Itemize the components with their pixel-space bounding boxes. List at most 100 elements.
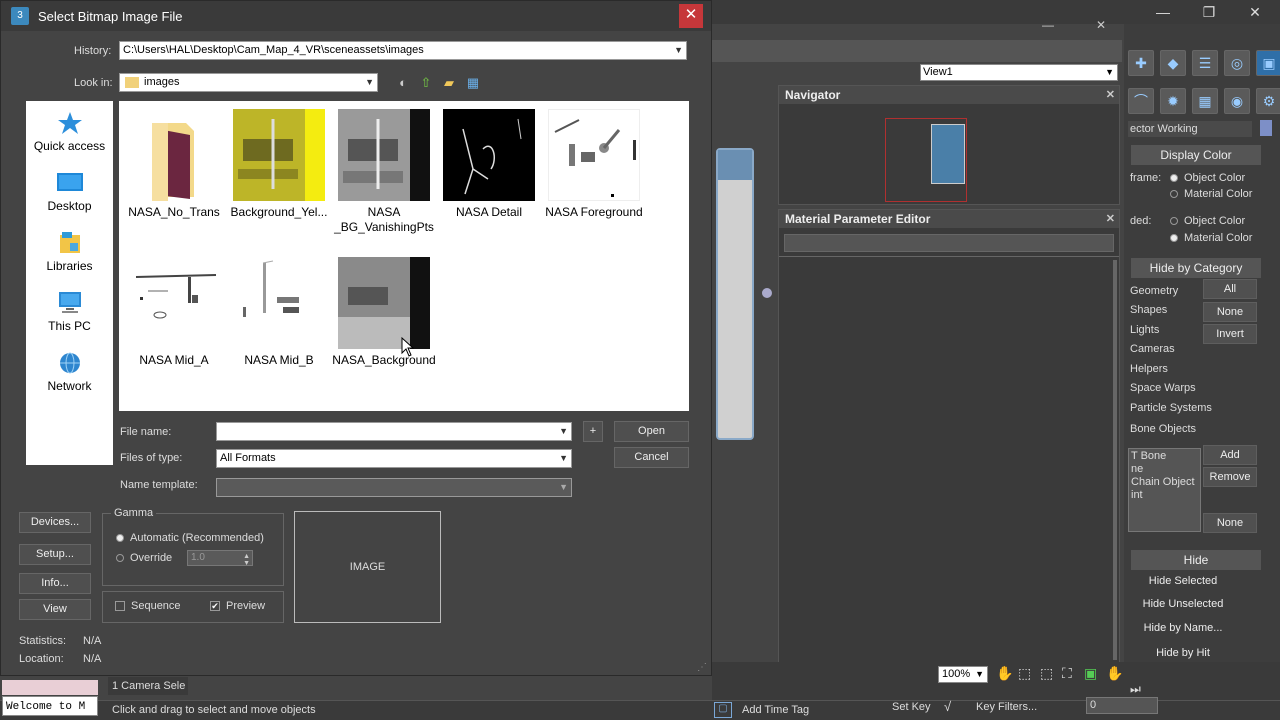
camera-icon[interactable]: ▦ — [1192, 88, 1218, 114]
category-bone-objects[interactable]: Bone Objects — [1130, 423, 1196, 435]
display-icon[interactable]: ▣ — [1256, 50, 1280, 76]
selector-swatch[interactable] — [1260, 120, 1272, 136]
shaded-material-color[interactable]: Material Color — [1170, 232, 1252, 244]
place-network[interactable]: Network — [26, 351, 113, 393]
category-space-warps[interactable]: Space Warps — [1130, 382, 1196, 394]
hierarchy-icon[interactable]: ☰ — [1192, 50, 1218, 76]
add-button[interactable]: Add — [1203, 445, 1257, 465]
shaded-object-color[interactable]: Object Color — [1170, 215, 1245, 227]
time-tag-icon[interactable]: ▢ — [714, 702, 732, 718]
invert-button[interactable]: Invert — [1203, 324, 1257, 344]
list-item[interactable]: Chain Object — [1131, 476, 1195, 488]
view-select[interactable]: View1 ▼ — [920, 64, 1118, 81]
place-desktop[interactable]: Desktop — [26, 171, 113, 213]
filename-input[interactable]: ▼ — [216, 422, 572, 441]
minimize-icon[interactable]: — — [1146, 0, 1180, 24]
category-geometry[interactable]: Geometry — [1130, 285, 1178, 297]
dialog-close-button[interactable]: ✕ — [679, 4, 703, 28]
fit-icon[interactable]: ⛶ — [1062, 665, 1072, 682]
playback-icon[interactable]: ⏭ — [1130, 682, 1141, 697]
category-shapes[interactable]: Shapes — [1130, 304, 1167, 316]
none-button[interactable]: None — [1203, 302, 1257, 322]
up-folder-icon[interactable]: ⇧ — [417, 75, 435, 91]
key-mode-icon[interactable]: √ — [944, 699, 951, 714]
setup-button[interactable]: Setup... — [19, 544, 91, 565]
mpe-scrollbar[interactable] — [1113, 260, 1117, 660]
add-time-tag[interactable]: Add Time Tag — [742, 704, 809, 716]
gamma-auto-radio[interactable]: Automatic (Recommended) — [116, 532, 264, 544]
file-tile[interactable]: NASA _BG_VanishingPts — [332, 109, 436, 235]
display-color-title[interactable]: Display Color — [1131, 145, 1261, 165]
list-item[interactable]: int — [1131, 489, 1143, 501]
sequence-checkbox[interactable]: Sequence — [115, 600, 181, 612]
selector-dropdown[interactable]: ector Working — [1128, 121, 1252, 137]
modify-icon[interactable]: ◆ — [1160, 50, 1186, 76]
file-tile[interactable]: Background_Yel... — [227, 109, 331, 220]
category-lights[interactable]: Lights — [1130, 324, 1159, 336]
set-key-button[interactable]: Set Key — [892, 701, 931, 713]
shape-icon[interactable]: ⌒ — [1128, 88, 1154, 114]
node-socket[interactable] — [762, 288, 772, 298]
preview-checkbox[interactable]: ✔ Preview — [210, 600, 265, 612]
wire-object-color[interactable]: Object Color — [1170, 172, 1245, 184]
resize-grip-icon[interactable]: ⋰ — [697, 662, 707, 673]
all-button[interactable]: All — [1203, 279, 1257, 299]
zoom-dropdown[interactable]: 100% ▼ — [938, 666, 988, 683]
material-node[interactable] — [716, 148, 772, 440]
place-libraries[interactable]: Libraries — [26, 231, 113, 273]
wire-material-color[interactable]: Material Color — [1170, 188, 1252, 200]
filetype-select[interactable]: All Formats ▼ — [216, 449, 572, 468]
open-button[interactable]: Open — [614, 421, 689, 442]
devices-button[interactable]: Devices... — [19, 512, 91, 533]
hide-title[interactable]: Hide — [1131, 550, 1261, 570]
file-tile[interactable]: NASA Detail — [437, 109, 541, 220]
helper-icon[interactable]: ◉ — [1224, 88, 1250, 114]
file-tile[interactable]: NASA Mid_A — [122, 257, 226, 368]
system-icon[interactable]: ⚙ — [1256, 88, 1280, 114]
hide-selected-button[interactable]: Hide Selected — [1131, 572, 1235, 592]
none2-button[interactable]: None — [1203, 513, 1257, 533]
restore-icon[interactable]: ❐ — [1192, 0, 1226, 24]
remove-button[interactable]: Remove — [1203, 467, 1257, 487]
history-combo[interactable]: C:\Users\HAL\Desktop\Cam_Map_4_VR\scenea… — [119, 41, 687, 60]
file-tile[interactable]: NASA Mid_B — [227, 257, 331, 368]
maxscript-welcome[interactable]: Welcome to M — [2, 696, 98, 716]
mpe-name-field[interactable] — [784, 234, 1114, 252]
info-button[interactable]: Info... — [19, 573, 91, 594]
frame-field[interactable]: 0 — [1086, 697, 1158, 714]
navigator-view-rect[interactable] — [931, 124, 965, 184]
key-filters-button[interactable]: Key Filters... — [976, 701, 1037, 713]
category-particle-systems[interactable]: Particle Systems — [1130, 402, 1212, 414]
hand-icon[interactable]: ✋ — [1106, 665, 1123, 682]
back-icon[interactable]: ◐ — [394, 75, 412, 91]
category-list[interactable]: T Bone ne Chain Object int — [1128, 448, 1201, 532]
hide-unselected-button[interactable]: Hide Unselected — [1131, 595, 1235, 615]
zoom-extents-icon[interactable]: ⬚ — [1040, 665, 1053, 682]
view-button[interactable]: View — [19, 599, 91, 620]
view-menu-icon[interactable]: ▦ — [464, 75, 482, 91]
layout-icon[interactable]: ▣ — [1084, 665, 1097, 682]
dialog-title-bar[interactable]: 3 Select Bitmap Image File ✕ — [1, 1, 711, 31]
file-list[interactable]: NASA_No_Trans Background_Yel... NASA _BG… — [119, 101, 689, 411]
cancel-button[interactable]: Cancel — [614, 447, 689, 468]
hide-by-category-title[interactable]: Hide by Category — [1131, 258, 1261, 278]
hide-by-hit-button[interactable]: Hide by Hit — [1131, 644, 1235, 664]
navigator-close-icon[interactable]: ✕ — [1106, 86, 1115, 104]
place-this-pc[interactable]: This PC — [26, 291, 113, 333]
gamma-value-spinner[interactable]: 1.0 ▲ ▼ — [187, 550, 253, 567]
pan-icon[interactable]: ✋ — [996, 665, 1013, 682]
hide-by-name-button[interactable]: Hide by Name... — [1131, 619, 1235, 639]
category-cameras[interactable]: Cameras — [1130, 343, 1175, 355]
list-item[interactable]: T Bone — [1131, 450, 1166, 462]
maxscript-listener-mini[interactable] — [2, 680, 98, 695]
file-tile[interactable]: NASA_Background — [332, 257, 436, 368]
gamma-override-radio[interactable]: Override — [116, 552, 172, 564]
nametemplate-select[interactable]: ▼ — [216, 478, 572, 497]
mpe-close-icon[interactable]: ✕ — [1106, 210, 1115, 228]
file-tile[interactable]: NASA_No_Trans — [122, 109, 226, 220]
inner-minimize-icon[interactable]: — — [1042, 18, 1054, 32]
list-item[interactable]: ne — [1131, 463, 1143, 475]
category-helpers[interactable]: Helpers — [1130, 363, 1168, 375]
create-icon[interactable]: ✚ — [1128, 50, 1154, 76]
inner-close-icon[interactable]: ✕ — [1096, 18, 1106, 32]
